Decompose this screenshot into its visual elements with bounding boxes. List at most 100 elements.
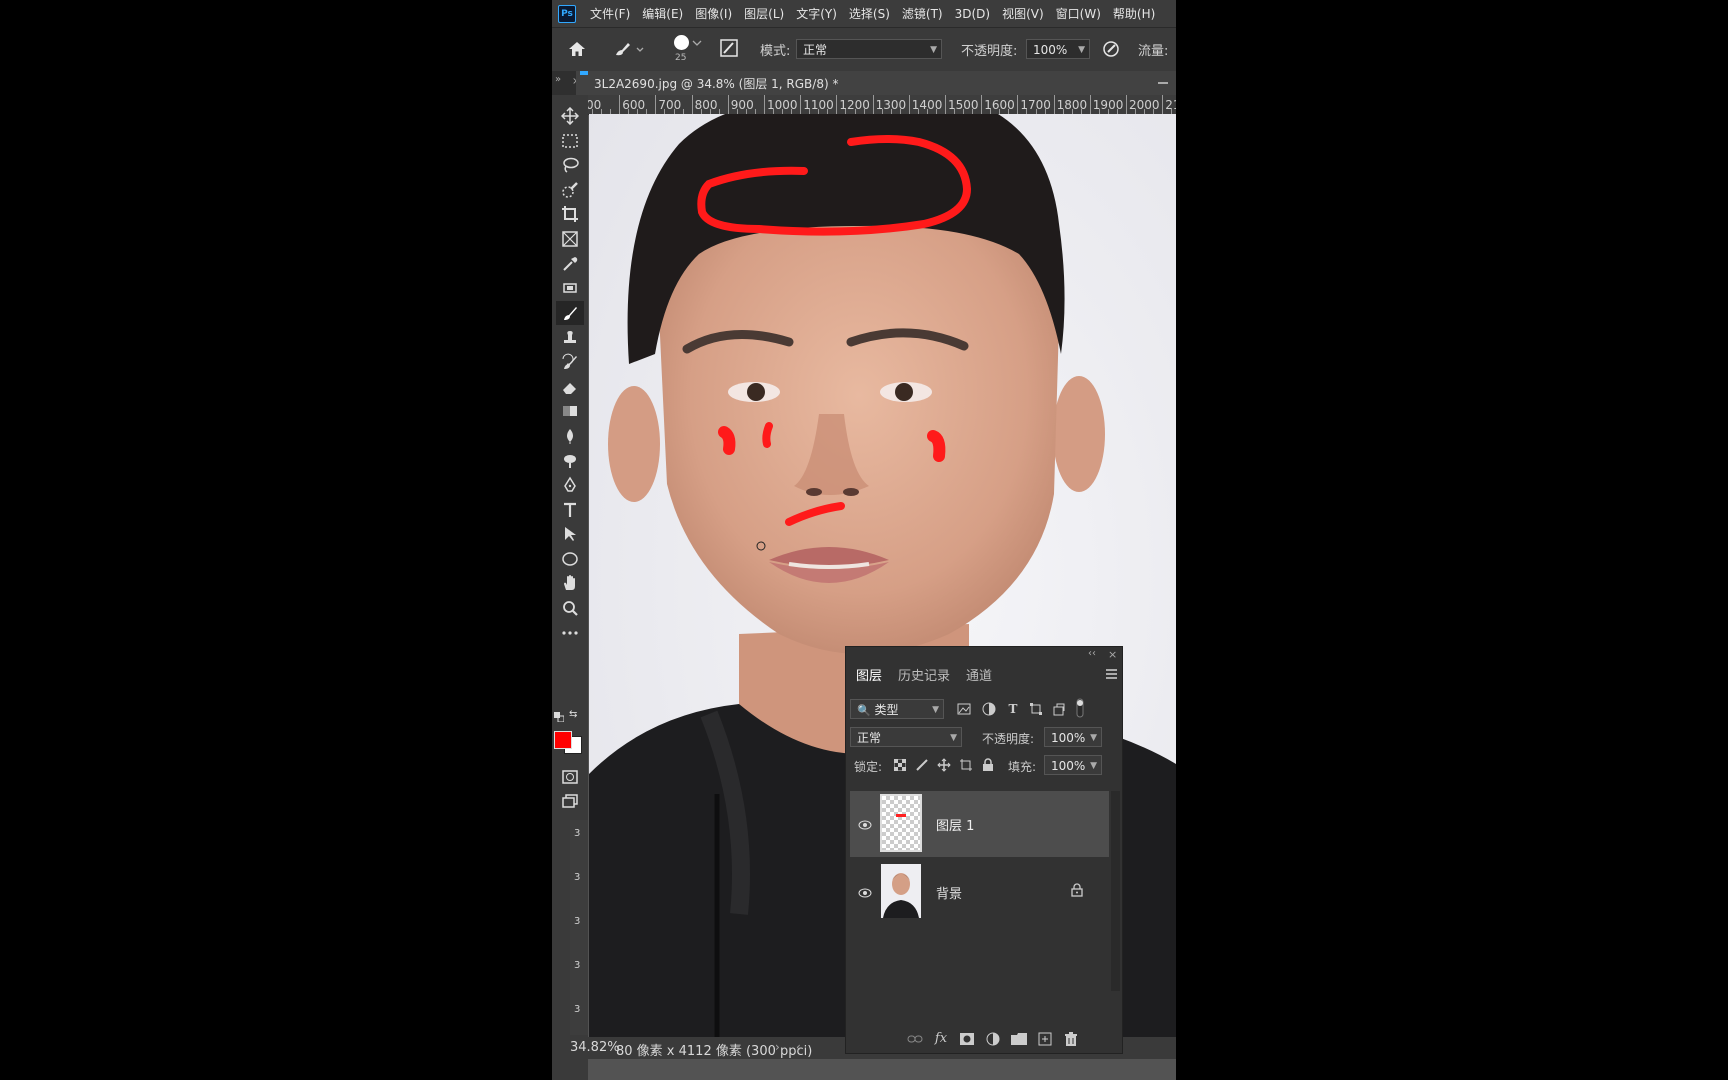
panel-close-icon[interactable]: × xyxy=(1108,648,1117,661)
lock-all-icon[interactable] xyxy=(980,757,996,773)
opacity-field[interactable]: 100% ▼ xyxy=(1026,39,1090,59)
ruler-major-tick xyxy=(655,95,657,114)
ruler-tick-label: 800 xyxy=(694,98,718,112)
menu-image[interactable]: 图像(I) xyxy=(695,5,732,22)
zoom-tool-icon[interactable] xyxy=(556,596,584,620)
marquee-tool-icon[interactable] xyxy=(556,129,584,153)
spot-heal-tool-icon[interactable] xyxy=(556,276,584,300)
document-info[interactable]: 80 像素 x 4112 像素 (300 ppci) xyxy=(616,1040,812,1059)
brush-preset-icon[interactable] xyxy=(612,38,648,60)
brush-size-picker[interactable]: 25 xyxy=(670,32,710,68)
layers-scrollbar[interactable] xyxy=(1111,791,1120,991)
layer-opacity-field[interactable]: 100% ▼ xyxy=(1044,727,1102,747)
quick-select-tool-icon[interactable] xyxy=(556,178,584,202)
lock-position-icon[interactable] xyxy=(936,757,952,773)
dodge-tool-icon[interactable] xyxy=(556,448,584,472)
blend-mode-value: 正常 xyxy=(803,43,828,57)
lock-icon[interactable] xyxy=(1071,883,1083,900)
visibility-eye-icon[interactable] xyxy=(858,887,872,901)
layer-name-background[interactable]: 背景 xyxy=(936,883,962,902)
new-adjustment-layer-icon[interactable] xyxy=(984,1031,1002,1047)
pen-tool-icon[interactable] xyxy=(556,473,584,497)
menu-layer[interactable]: 图层(L) xyxy=(744,5,784,22)
chevron-down-icon: ▼ xyxy=(932,705,939,715)
layer-style-fx-icon[interactable]: fx xyxy=(932,1030,950,1046)
filter-type-icon[interactable]: T xyxy=(1005,701,1021,717)
crop-tool-icon[interactable] xyxy=(556,202,584,226)
frame-tool-icon[interactable] xyxy=(556,227,584,251)
filter-smart-object-icon[interactable] xyxy=(1051,701,1067,717)
lasso-tool-icon[interactable] xyxy=(556,153,584,177)
chevron-left-icon[interactable]: ‹ xyxy=(796,1040,801,1054)
layer-blend-mode-select[interactable]: 正常 ▼ xyxy=(850,727,962,747)
new-layer-icon[interactable] xyxy=(1036,1031,1054,1047)
brush-tool-icon[interactable] xyxy=(556,300,584,325)
ruler-tick-label: 2000 xyxy=(1129,98,1160,112)
minimize-icon[interactable] xyxy=(1158,82,1168,84)
move-tool-icon[interactable] xyxy=(556,104,584,128)
visibility-eye-icon[interactable] xyxy=(858,819,872,833)
chevron-down-icon: ▼ xyxy=(1078,45,1085,55)
tab-layers[interactable]: 图层 xyxy=(856,665,882,684)
ruler-tick-label: 1000 xyxy=(767,98,798,112)
ruler-major-tick xyxy=(1126,95,1127,114)
blend-mode-select[interactable]: 正常 ▼ xyxy=(796,39,942,59)
gradient-tool-icon[interactable] xyxy=(556,399,584,423)
fill-label: 填充: xyxy=(1008,760,1037,774)
more-tools-icon[interactable] xyxy=(556,621,584,645)
pressure-opacity-icon[interactable] xyxy=(1100,38,1122,60)
add-mask-icon[interactable] xyxy=(958,1031,976,1047)
lock-artboard-icon[interactable] xyxy=(958,757,974,773)
delete-layer-trash-icon[interactable] xyxy=(1062,1031,1080,1047)
quick-mask-icon[interactable] xyxy=(556,765,584,789)
clone-stamp-tool-icon[interactable] xyxy=(556,325,584,349)
filter-pixel-icon[interactable] xyxy=(956,701,972,717)
menu-type[interactable]: 文字(Y) xyxy=(796,5,837,22)
ruler-tick-label: 1500 xyxy=(948,98,979,112)
path-select-tool-icon[interactable] xyxy=(556,522,584,546)
panel-menu-icon[interactable] xyxy=(1106,669,1117,679)
blur-tool-icon[interactable] xyxy=(556,424,584,448)
menu-select[interactable]: 选择(S) xyxy=(849,5,890,22)
menu-edit[interactable]: 编辑(E) xyxy=(642,5,683,22)
brush-settings-panel-icon[interactable] xyxy=(718,37,740,59)
tab-channels[interactable]: 通道 xyxy=(966,665,992,684)
link-layers-icon[interactable] xyxy=(906,1031,924,1047)
ellipse-tool-icon[interactable] xyxy=(556,547,584,571)
collapse-icon[interactable]: » xyxy=(555,74,561,85)
document-tab[interactable]: 3L2A2690.jpg @ 34.8% (图层 1, RGB/8) * xyxy=(576,71,1176,95)
eraser-tool-icon[interactable] xyxy=(556,375,584,399)
layer-row-layer1[interactable]: 图层 1 xyxy=(850,791,1109,857)
menu-filter[interactable]: 滤镜(T) xyxy=(902,5,943,22)
zoom-level[interactable]: 34.82% xyxy=(570,1040,620,1055)
layer-name-layer1[interactable]: 图层 1 xyxy=(936,815,974,834)
new-group-folder-icon[interactable] xyxy=(1010,1031,1028,1047)
filter-adjustment-icon[interactable] xyxy=(981,701,997,717)
lock-transparent-pixels-icon[interactable] xyxy=(892,757,908,773)
swap-colors-icon[interactable]: ⇆ xyxy=(569,709,577,720)
menu-view[interactable]: 视图(V) xyxy=(1002,5,1044,22)
eyedropper-tool-icon[interactable] xyxy=(556,252,584,276)
history-brush-tool-icon[interactable] xyxy=(556,350,584,374)
lock-image-pixels-icon[interactable] xyxy=(914,757,930,773)
layer-filter-select[interactable]: 🔍 类型 ▼ xyxy=(850,699,944,719)
ruler-tick-label: 1900 xyxy=(1092,98,1124,112)
filter-shape-icon[interactable] xyxy=(1028,701,1044,717)
flow-label: 流量: xyxy=(1138,44,1169,59)
chevron-right-icon[interactable]: › xyxy=(775,1040,780,1054)
home-icon[interactable] xyxy=(566,38,588,60)
default-colors-icon[interactable] xyxy=(554,711,565,723)
layer-fill-field[interactable]: 100% ▼ xyxy=(1044,755,1102,775)
tab-history[interactable]: 历史记录 xyxy=(898,665,950,684)
panel-collapse-icon[interactable]: ‹‹ xyxy=(1088,648,1096,659)
foreground-color-swatch[interactable] xyxy=(554,731,572,749)
menu-file[interactable]: 文件(F) xyxy=(590,5,630,22)
hand-tool-icon[interactable] xyxy=(556,571,584,595)
filter-toggle-icon[interactable] xyxy=(1074,697,1086,719)
menu-help[interactable]: 帮助(H) xyxy=(1113,5,1155,22)
menu-3d[interactable]: 3D(D) xyxy=(955,7,990,21)
layer-row-background[interactable]: 背景 xyxy=(850,859,1109,925)
type-tool-icon[interactable] xyxy=(556,498,584,522)
menu-window[interactable]: 窗口(W) xyxy=(1056,5,1101,22)
screen-mode-icon[interactable] xyxy=(556,789,584,813)
